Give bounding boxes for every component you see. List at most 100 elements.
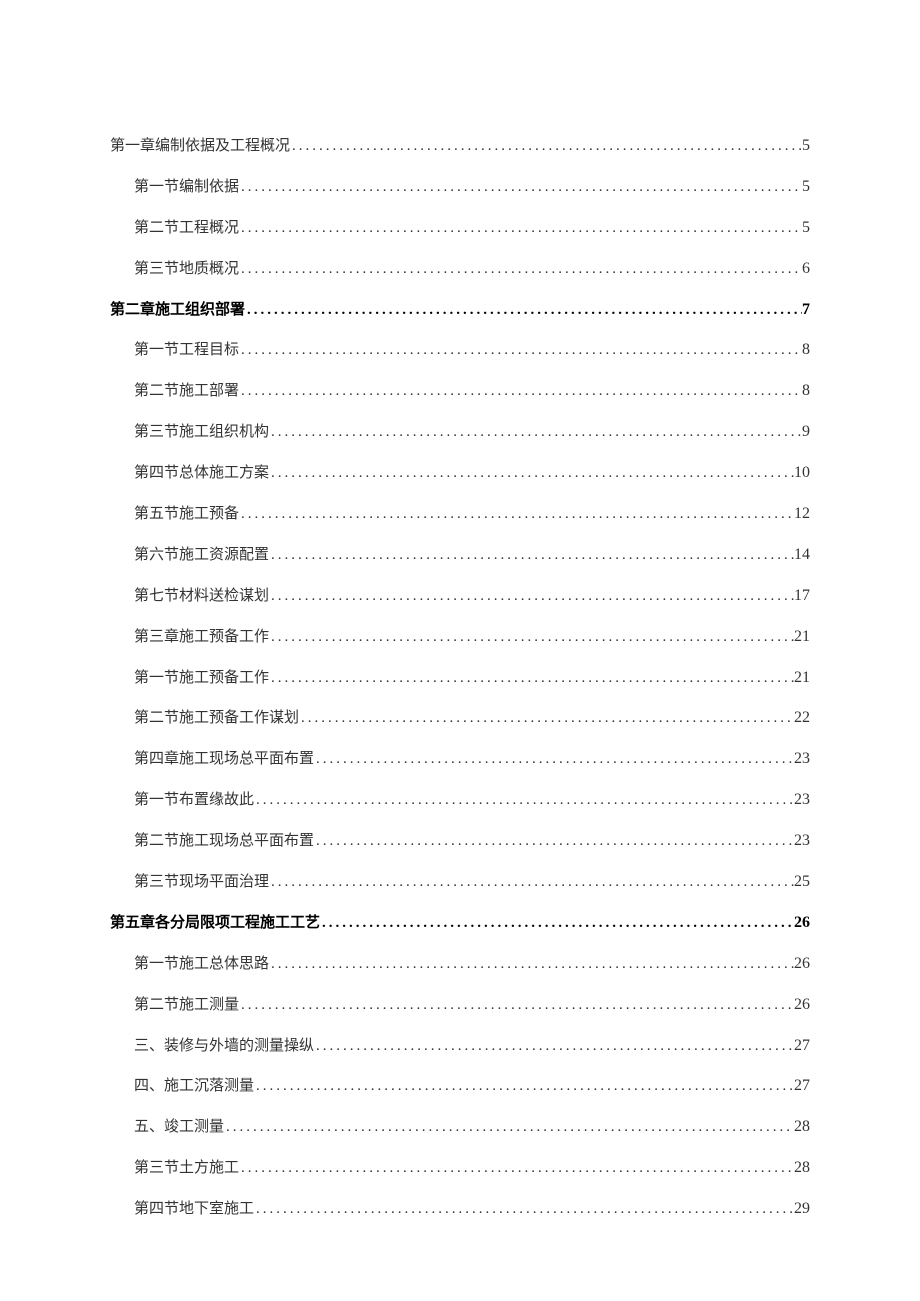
toc-entry-page: 22 [794, 707, 810, 729]
toc-entry-page: 12 [794, 503, 810, 525]
toc-entry-title: 第一节编制依据 [134, 177, 239, 198]
toc-leader-dots [269, 872, 794, 893]
toc-entry-page: 28 [794, 1116, 810, 1138]
toc-entry: 第一节布置缘故此23 [98, 789, 810, 811]
toc-leader-dots [269, 463, 794, 484]
toc-entry-page: 9 [802, 421, 810, 443]
toc-entry-title: 第二节施工预备工作谋划 [134, 708, 299, 729]
toc-leader-dots [269, 422, 802, 443]
toc-entry-title: 第五章各分局限项工程施工工艺 [110, 913, 320, 934]
toc-entry: 第一节施工总体思路 26 [98, 953, 810, 975]
toc-entry-title: 第四节总体施工方案 [134, 463, 269, 484]
toc-entry-title: 第四节地下室施工 [134, 1199, 254, 1220]
toc-entry-title: 三、装修与外墙的测量操纵 [134, 1036, 314, 1057]
toc-leader-dots [269, 668, 794, 689]
toc-leader-dots [239, 1158, 794, 1179]
toc-entry-page: 6 [802, 258, 810, 280]
toc-leader-dots [239, 177, 802, 198]
toc-entry-page: 5 [802, 217, 810, 239]
table-of-contents: 第一章编制依据及工程概况 5 第一节编制依据 5 第二节工程概况 5 第三节地质概况 6 第二章… [98, 135, 810, 1221]
toc-entry: 第四节总体施工方案 10 [98, 462, 810, 484]
toc-leader-dots [269, 586, 794, 607]
toc-entry-title: 第二节施工测量 [134, 995, 239, 1016]
toc-entry-title: 第一节工程目标 [134, 340, 239, 361]
toc-entry-page: 21 [794, 667, 810, 689]
toc-entry: 第二节工程概况 5 [98, 217, 810, 239]
toc-leader-dots [239, 995, 794, 1016]
toc-leader-dots [239, 259, 802, 280]
toc-entry-page: 14 [794, 544, 810, 566]
toc-leader-dots [239, 218, 802, 239]
toc-leader-dots [314, 1036, 794, 1057]
toc-entry: 第一节编制依据 5 [98, 176, 810, 198]
toc-entry-page: 23 [794, 748, 810, 770]
toc-entry-title: 第五节施工预备 [134, 504, 239, 525]
toc-entry-page: 28 [794, 1157, 810, 1179]
toc-leader-dots [254, 1076, 794, 1097]
toc-entry: 第三章施工预备工作 21 [98, 626, 810, 648]
toc-entry-page: 27 [794, 1075, 810, 1097]
toc-entry: 第五章各分局限项工程施工工艺26 [98, 912, 810, 934]
toc-entry-page: 25 [794, 871, 810, 893]
toc-entry-page: 21 [794, 626, 810, 648]
toc-entry: 第四章施工现场总平面布置 23 [98, 748, 810, 770]
toc-entry: 第五节施工预备 12 [98, 503, 810, 525]
toc-entry-page: 29 [794, 1198, 810, 1220]
toc-entry-page: 5 [802, 176, 810, 198]
toc-entry-title: 第三章施工预备工作 [134, 627, 269, 648]
toc-leader-dots [254, 790, 794, 811]
toc-entry: 第二节施工现场总平面布置23 [98, 830, 810, 852]
toc-leader-dots [224, 1117, 794, 1138]
toc-entry: 第一节施工预备工作 21 [98, 667, 810, 689]
toc-entry-page: 8 [802, 380, 810, 402]
toc-leader-dots [269, 954, 794, 975]
toc-leader-dots [254, 1199, 794, 1220]
toc-entry-title: 第一节施工总体思路 [134, 954, 269, 975]
toc-entry-page: 26 [794, 953, 810, 975]
toc-entry: 第三节土方施工 28 [98, 1157, 810, 1179]
toc-leader-dots [245, 300, 802, 321]
toc-leader-dots [269, 627, 794, 648]
toc-entry-title: 第一章编制依据及工程概况 [110, 136, 290, 157]
toc-entry-page: 17 [794, 585, 810, 607]
toc-entry: 第三节地质概况 6 [98, 258, 810, 280]
toc-entry: 第一章编制依据及工程概况 5 [98, 135, 810, 157]
toc-entry-title: 第三节土方施工 [134, 1158, 239, 1179]
toc-entry-page: 10 [794, 462, 810, 484]
toc-entry-title: 第三节施工组织机构 [134, 422, 269, 443]
toc-leader-dots [239, 381, 802, 402]
toc-leader-dots [320, 913, 794, 934]
toc-entry: 三、装修与外墙的测量操纵27 [98, 1035, 810, 1057]
toc-entry-title: 第二章施工组织部署 [110, 300, 245, 321]
toc-entry: 第二节施工部署 8 [98, 380, 810, 402]
toc-entry-page: 7 [802, 299, 810, 321]
toc-entry-title: 第三节地质概况 [134, 259, 239, 280]
toc-leader-dots [314, 749, 794, 770]
toc-entry-title: 第七节材料送检谋划 [134, 586, 269, 607]
toc-entry-title: 第一节施工预备工作 [134, 668, 269, 689]
toc-entry: 第三节现场平面治理 25 [98, 871, 810, 893]
toc-entry-title: 五、竣工测量 [134, 1117, 224, 1138]
toc-leader-dots [239, 504, 794, 525]
toc-entry: 第二节施工测量 26 [98, 994, 810, 1016]
toc-entry-title: 第二节施工部署 [134, 381, 239, 402]
toc-entry-title: 第四章施工现场总平面布置 [134, 749, 314, 770]
toc-entry: 第二章施工组织部署 7 [98, 299, 810, 321]
toc-entry: 第一节工程目标 8 [98, 339, 810, 361]
toc-entry-page: 23 [794, 789, 810, 811]
toc-entry-page: 23 [794, 830, 810, 852]
toc-entry: 五、竣工测量 28 [98, 1116, 810, 1138]
toc-leader-dots [290, 136, 802, 157]
toc-entry-page: 5 [802, 135, 810, 157]
toc-entry: 第四节地下室施工 29 [98, 1198, 810, 1220]
toc-leader-dots [314, 831, 794, 852]
toc-entry-title: 第二节工程概况 [134, 218, 239, 239]
toc-leader-dots [299, 708, 794, 729]
toc-entry: 四、施工沉落测量 27 [98, 1075, 810, 1097]
toc-entry-page: 26 [794, 994, 810, 1016]
toc-leader-dots [239, 340, 802, 361]
toc-entry-title: 第三节现场平面治理 [134, 872, 269, 893]
toc-entry: 第二节施工预备工作谋划 22 [98, 707, 810, 729]
toc-entry-title: 四、施工沉落测量 [134, 1076, 254, 1097]
toc-entry-page: 8 [802, 339, 810, 361]
